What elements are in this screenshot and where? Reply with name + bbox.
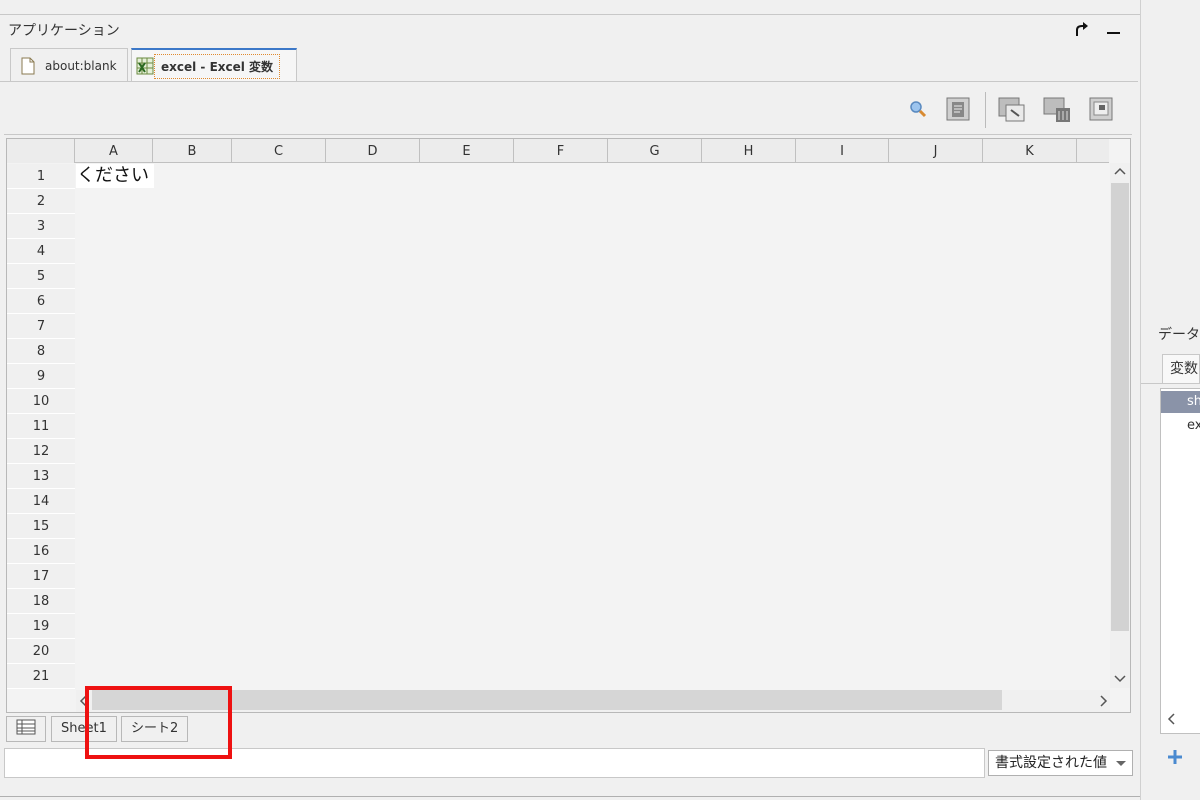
- column-header-k[interactable]: K: [983, 139, 1077, 163]
- minimize-icon[interactable]: [1105, 20, 1123, 40]
- column-header-a[interactable]: A: [75, 139, 153, 163]
- row-header[interactable]: 9: [7, 364, 75, 389]
- list-item[interactable]: ex: [1161, 415, 1200, 437]
- format-select-value: 書式設定された値: [995, 755, 1107, 771]
- select-all-corner[interactable]: [7, 139, 75, 163]
- add-variable-icon[interactable]: [1166, 748, 1184, 766]
- data-panel-tab-divider: [1141, 383, 1200, 384]
- column-header-partial: [1077, 139, 1107, 163]
- list-item-selected[interactable]: sh: [1161, 391, 1200, 413]
- vertical-scroll-thumb[interactable]: [1111, 183, 1129, 631]
- scroll-down-icon[interactable]: [1114, 673, 1126, 688]
- tab-about-blank[interactable]: about:blank: [10, 48, 128, 82]
- column-header-e[interactable]: E: [420, 139, 514, 163]
- tab-label: excel - Excel 変数: [161, 59, 274, 74]
- scroll-left-icon[interactable]: [1167, 713, 1177, 729]
- tab-excel-variable[interactable]: excel - Excel 変数: [131, 48, 297, 82]
- row-header[interactable]: 20: [7, 639, 75, 664]
- tab-variables[interactable]: 変数: [1162, 354, 1200, 384]
- column-header-g[interactable]: G: [608, 139, 702, 163]
- window-import-icon[interactable]: [997, 96, 1027, 122]
- row-header[interactable]: 16: [7, 539, 75, 564]
- row-header[interactable]: 4: [7, 239, 75, 264]
- column-header-row: A B C D E F G H I J K: [7, 139, 1109, 163]
- row-header[interactable]: 3: [7, 214, 75, 239]
- column-header-c[interactable]: C: [232, 139, 326, 163]
- toolbar-divider: [4, 134, 1132, 135]
- row-header[interactable]: 18: [7, 589, 75, 614]
- document-icon: [21, 57, 37, 75]
- bottom-border: [0, 796, 1200, 797]
- tab-label: about:blank: [45, 58, 117, 73]
- excel-icon: [136, 57, 154, 75]
- top-border: [0, 14, 1140, 15]
- row-header[interactable]: 1: [7, 164, 75, 189]
- chevron-down-icon: [1116, 761, 1126, 766]
- cell-a1[interactable]: ください: [76, 164, 154, 188]
- row-header[interactable]: 7: [7, 314, 75, 339]
- highlight-annotation: [85, 686, 232, 759]
- tab-divider: [0, 81, 1138, 82]
- row-header[interactable]: 21: [7, 664, 75, 689]
- sheet-list-button[interactable]: [6, 716, 46, 742]
- column-header-j[interactable]: J: [889, 139, 983, 163]
- vertical-scrollbar[interactable]: [1110, 163, 1130, 688]
- popout-icon[interactable]: [1073, 20, 1091, 40]
- window-capture-icon[interactable]: [1088, 96, 1114, 122]
- row-header[interactable]: 8: [7, 339, 75, 364]
- row-header[interactable]: 17: [7, 564, 75, 589]
- table-icon: [16, 719, 36, 739]
- column-header-d[interactable]: D: [326, 139, 420, 163]
- data-panel-title: データ: [1158, 327, 1200, 343]
- row-header[interactable]: 12: [7, 439, 75, 464]
- page-icon[interactable]: [945, 96, 971, 122]
- spreadsheet-grid[interactable]: A B C D E F G H I J K 1 2 3 4 5 6 7 8 9 …: [6, 138, 1131, 713]
- panel-title: アプリケーション: [8, 23, 120, 39]
- column-header-f[interactable]: F: [514, 139, 608, 163]
- toolbar-separator: [985, 92, 986, 128]
- row-header[interactable]: 5: [7, 264, 75, 289]
- row-header[interactable]: 2: [7, 189, 75, 214]
- column-header-i[interactable]: I: [796, 139, 889, 163]
- column-header-b[interactable]: B: [153, 139, 232, 163]
- zoom-icon[interactable]: [905, 96, 931, 122]
- row-header[interactable]: 10: [7, 389, 75, 414]
- column-header-h[interactable]: H: [702, 139, 796, 163]
- tab-label-focused: excel - Excel 変数: [154, 53, 281, 79]
- row-header[interactable]: 11: [7, 414, 75, 439]
- row-header[interactable]: 13: [7, 464, 75, 489]
- value-format-select[interactable]: 書式設定された値: [988, 750, 1133, 776]
- row-header[interactable]: 15: [7, 514, 75, 539]
- window-delete-icon[interactable]: [1042, 96, 1072, 122]
- row-header[interactable]: 14: [7, 489, 75, 514]
- scroll-up-icon[interactable]: [1114, 165, 1126, 180]
- row-header[interactable]: 19: [7, 614, 75, 639]
- variable-list[interactable]: sh ex: [1160, 388, 1200, 734]
- row-header[interactable]: 6: [7, 289, 75, 314]
- scroll-right-icon[interactable]: [1098, 695, 1108, 711]
